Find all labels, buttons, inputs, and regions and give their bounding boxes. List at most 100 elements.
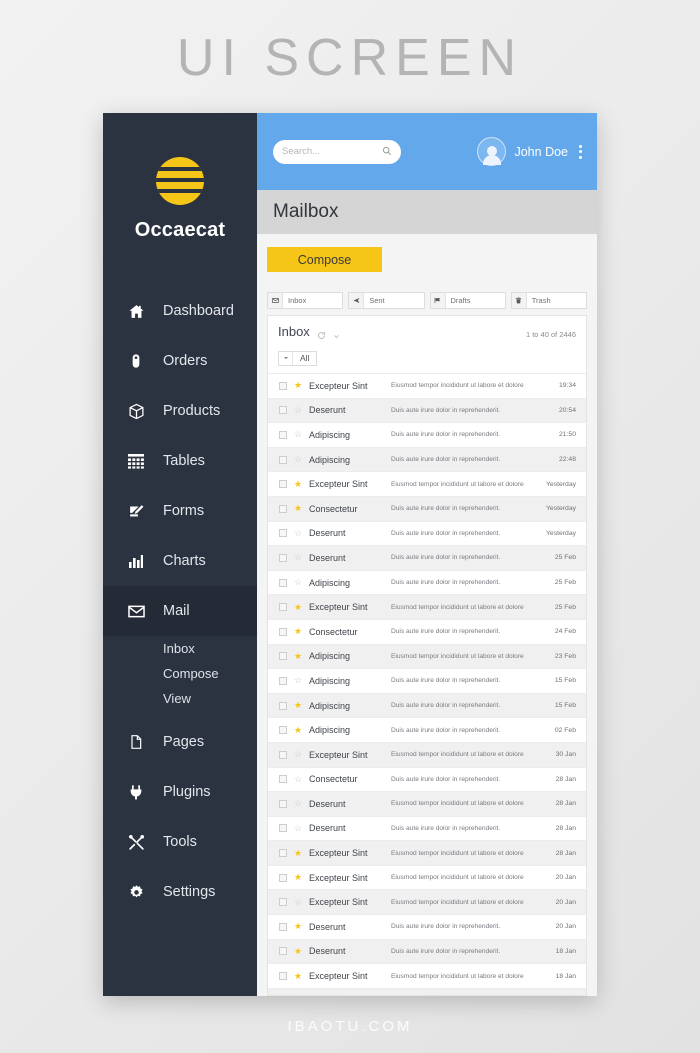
sidebar-item-orders[interactable]: Orders [103, 336, 257, 386]
sidebar-item-pages[interactable]: Pages [103, 717, 257, 767]
row-checkbox[interactable] [279, 947, 287, 956]
row-checkbox[interactable] [279, 455, 287, 464]
star-icon[interactable]: ★ [287, 380, 309, 391]
star-icon[interactable]: ★ [287, 602, 309, 613]
star-icon[interactable]: ☆ [287, 552, 309, 563]
row-checkbox[interactable] [279, 750, 287, 759]
row-checkbox[interactable] [279, 627, 287, 636]
row-checkbox[interactable] [279, 381, 287, 390]
sidebar-item-settings[interactable]: Settings [103, 867, 257, 917]
row-checkbox[interactable] [279, 603, 287, 612]
user-avatar-icon[interactable] [477, 137, 507, 166]
star-icon[interactable]: ☆ [287, 405, 309, 416]
star-icon[interactable]: ★ [287, 848, 309, 859]
mail-row[interactable]: ☆ Deserunt Eiusmod tempor incididunt ut la… [268, 791, 586, 816]
mail-row[interactable]: ☆ Excepteur Sint Eiusmod tempor incididunt… [268, 889, 586, 915]
row-checkbox[interactable] [279, 898, 287, 907]
sidebar-item-tables[interactable]: Tables [103, 436, 257, 486]
row-checkbox[interactable] [279, 873, 287, 882]
star-icon[interactable]: ★ [287, 626, 309, 637]
mail-row[interactable]: ★ Excepteur Sint Eiusmod tempor incididunt… [268, 840, 586, 865]
tab-sent[interactable]: Sent [348, 292, 425, 309]
star-icon[interactable]: ★ [287, 700, 309, 711]
mail-row[interactable]: ☆ Deserunt Duis aute irure dolor in repreh… [268, 815, 586, 841]
star-icon[interactable]: ☆ [287, 675, 309, 686]
sidebar-item-forms[interactable]: Forms [103, 486, 257, 536]
mail-row[interactable]: ★ Excepteur Sint Eiusmod tempor incididunt… [268, 963, 586, 988]
row-checkbox[interactable] [279, 676, 287, 685]
star-icon[interactable]: ★ [287, 946, 309, 957]
mail-row[interactable]: ★ Adipiscing Duis aute irure dolor in repr… [268, 692, 586, 718]
row-checkbox[interactable] [279, 799, 287, 808]
sidebar-item-dashboard[interactable]: Dashboard [103, 286, 257, 336]
mail-row[interactable]: ★ Deserunt Duis aute irure dolor in repreh… [268, 914, 586, 939]
mail-row[interactable]: ★ Excepteur Sint Eiusmod tempor incididunt… [268, 864, 586, 890]
mail-row[interactable]: ☆ Deserunt Duis aute irure dolor in repreh… [268, 545, 586, 570]
row-checkbox[interactable] [279, 480, 287, 489]
row-checkbox[interactable] [279, 726, 287, 735]
row-checkbox[interactable] [279, 775, 287, 784]
mail-row[interactable]: ☆ Consectetur Duis aute irure dolor in rep… [268, 766, 586, 792]
mail-list[interactable]: ★ Excepteur Sint Eiusmod tempor incididunt… [268, 373, 586, 995]
row-checkbox[interactable] [279, 406, 287, 415]
refresh-icon[interactable] [317, 327, 326, 345]
mail-row[interactable]: ★ Consectetur Duis aute irure dolor in rep… [268, 495, 586, 521]
row-checkbox[interactable] [279, 529, 287, 538]
tab-drafts[interactable]: Drafts [429, 292, 506, 309]
mail-row[interactable]: ☆ Deserunt Duis aute irure dolor in repreh… [268, 520, 586, 546]
caret-down-icon[interactable] [333, 327, 340, 345]
sidebar-item-tools[interactable]: Tools [103, 817, 257, 867]
row-checkbox[interactable] [279, 430, 287, 439]
row-checkbox[interactable] [279, 553, 287, 562]
row-checkbox[interactable] [279, 922, 287, 931]
row-checkbox[interactable] [279, 652, 287, 661]
star-icon[interactable]: ☆ [287, 528, 309, 539]
star-icon[interactable]: ☆ [287, 823, 309, 834]
row-checkbox[interactable] [279, 824, 287, 833]
submenu-item-view[interactable]: View [103, 686, 257, 711]
star-icon[interactable]: ☆ [287, 897, 309, 908]
row-checkbox[interactable] [279, 849, 287, 858]
mail-row[interactable]: ☆18 Jan [268, 987, 586, 995]
star-icon[interactable]: ★ [287, 872, 309, 883]
submenu-item-compose[interactable]: Compose [103, 661, 257, 686]
row-checkbox[interactable] [279, 701, 287, 710]
mail-row[interactable]: ☆ Adipiscing Duis aute irure dolor in repr… [268, 446, 586, 472]
mail-row[interactable]: ☆ Deserunt Duis aute irure dolor in repreh… [268, 397, 586, 423]
filter-select-all[interactable]: All [278, 350, 318, 366]
star-icon[interactable]: ★ [287, 971, 309, 982]
star-icon[interactable]: ☆ [287, 577, 309, 588]
kebab-menu-icon[interactable] [576, 141, 585, 163]
submenu-item-inbox[interactable]: Inbox [103, 636, 257, 661]
mail-row[interactable]: ★ Deserunt Duis aute irure dolor in repreh… [268, 938, 586, 964]
star-icon[interactable]: ★ [287, 651, 309, 662]
mail-row[interactable]: ☆ Excepteur Sint Eiusmod tempor incididunt… [268, 741, 586, 767]
mail-row[interactable]: ★ Adipiscing Eiusmod tempor incididunt ut … [268, 643, 586, 669]
star-icon[interactable]: ☆ [287, 454, 309, 465]
star-icon[interactable]: ☆ [287, 749, 309, 760]
star-icon[interactable]: ☆ [287, 774, 309, 785]
star-icon[interactable]: ★ [287, 479, 309, 490]
search-box[interactable] [273, 139, 401, 164]
mail-row[interactable]: ☆ Adipiscing Duis aute irure dolor in repr… [268, 422, 586, 447]
mail-row[interactable]: ★ Excepteur Sint Eiusmod tempor incididunt… [268, 373, 586, 398]
mail-row[interactable]: ☆ Adipiscing Duis aute irure dolor in repr… [268, 668, 586, 693]
mail-row[interactable]: ★ Excepteur Sint Eiusmod tempor incididunt… [268, 594, 586, 619]
mail-row[interactable]: ☆ Adipiscing Duis aute irure dolor in repr… [268, 569, 586, 595]
sidebar-item-charts[interactable]: Charts [103, 536, 257, 586]
sidebar-item-mail[interactable]: Mail [103, 586, 257, 636]
star-icon[interactable]: ★ [287, 725, 309, 736]
tab-trash[interactable]: Trash [510, 292, 587, 309]
search-input[interactable] [282, 146, 382, 157]
star-icon[interactable]: ☆ [287, 429, 309, 440]
sidebar-item-products[interactable]: Products [103, 386, 257, 436]
mail-row[interactable]: ★ Excepteur Sint Eiusmod tempor incididunt… [268, 471, 586, 496]
star-icon[interactable]: ☆ [287, 798, 309, 809]
compose-button[interactable]: Compose [267, 247, 382, 272]
mail-row[interactable]: ★ Adipiscing Duis aute irure dolor in repr… [268, 717, 586, 742]
mail-row[interactable]: ★ Consectetur Duis aute irure dolor in rep… [268, 618, 586, 644]
tab-inbox[interactable]: Inbox [267, 292, 344, 309]
sidebar-item-plugins[interactable]: Plugins [103, 767, 257, 817]
star-icon[interactable]: ★ [287, 503, 309, 514]
row-checkbox[interactable] [279, 578, 287, 587]
